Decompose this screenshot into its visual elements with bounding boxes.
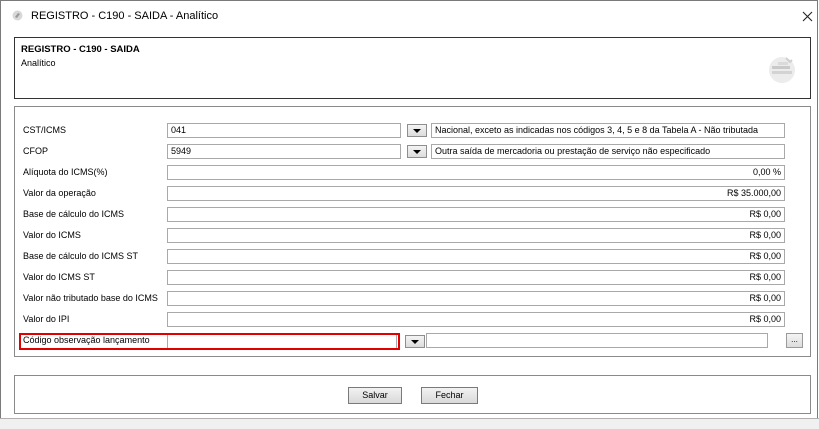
valor-icms-label: Valor do ICMS: [23, 230, 81, 240]
title-bar: REGISTRO - C190 - SAIDA - Analítico: [1, 1, 817, 31]
chevron-down-icon: [413, 149, 421, 154]
cfop-label: CFOP: [23, 146, 49, 156]
close-dialog-button[interactable]: Fechar: [421, 387, 478, 404]
save-button[interactable]: Salvar: [348, 387, 402, 404]
valor-icms-st-label: Valor do ICMS ST: [23, 272, 95, 282]
cfop-description: Outra saída de mercadoria ou prestação d…: [431, 144, 785, 159]
app-logo-icon: [12, 10, 23, 21]
header-subtitle: Analítico: [21, 58, 56, 68]
valor-operacao-input[interactable]: R$ 35.000,00: [167, 186, 785, 201]
cfop-input[interactable]: 5949: [167, 144, 401, 159]
base-icms-st-label: Base de cálculo do ICMS ST: [23, 251, 139, 261]
header-panel: REGISTRO - C190 - SAIDA Analítico: [14, 37, 811, 99]
chevron-down-icon: [411, 339, 419, 344]
base-icms-label: Base de cálculo do ICMS: [23, 209, 125, 219]
document-logo-icon: [769, 57, 795, 83]
close-icon: [802, 11, 812, 21]
cst-description: Nacional, exceto as indicadas nos código…: [431, 123, 785, 138]
codigo-obs-description: [426, 333, 768, 348]
valor-icms-input[interactable]: R$ 0,00: [167, 228, 785, 243]
cst-label: CST/ICMS: [23, 125, 67, 135]
highlight-box: [19, 333, 400, 350]
codigo-obs-lookup-button[interactable]: ...: [786, 333, 803, 348]
valor-nao-tributado-input[interactable]: R$ 0,00: [167, 291, 785, 306]
cst-input[interactable]: 041: [167, 123, 401, 138]
cfop-dropdown-button[interactable]: [407, 145, 427, 158]
aliquota-input[interactable]: 0,00 %: [167, 165, 785, 180]
codigo-obs-dropdown-button[interactable]: [405, 335, 425, 348]
header-title: REGISTRO - C190 - SAIDA: [21, 44, 140, 55]
valor-nao-tributado-label: Valor não tributado base do ICMS: [23, 293, 158, 303]
chevron-down-icon: [413, 128, 421, 133]
cst-dropdown-button[interactable]: [407, 124, 427, 137]
valor-ipi-input[interactable]: R$ 0,00: [167, 312, 785, 327]
close-button[interactable]: [797, 6, 817, 26]
base-icms-st-input[interactable]: R$ 0,00: [167, 249, 785, 264]
bottom-strip: [0, 418, 819, 429]
valor-operacao-label: Valor da operação: [23, 188, 96, 198]
aliquota-label: Alíquota do ICMS(%): [23, 167, 108, 177]
window-title: REGISTRO - C190 - SAIDA - Analítico: [31, 10, 219, 22]
valor-ipi-label: Valor do IPI: [23, 314, 70, 324]
valor-icms-st-input[interactable]: R$ 0,00: [167, 270, 785, 285]
base-icms-input[interactable]: R$ 0,00: [167, 207, 785, 222]
footer-panel: [14, 375, 811, 414]
dialog-window: REGISTRO - C190 - SAIDA - Analítico REGI…: [0, 0, 818, 427]
